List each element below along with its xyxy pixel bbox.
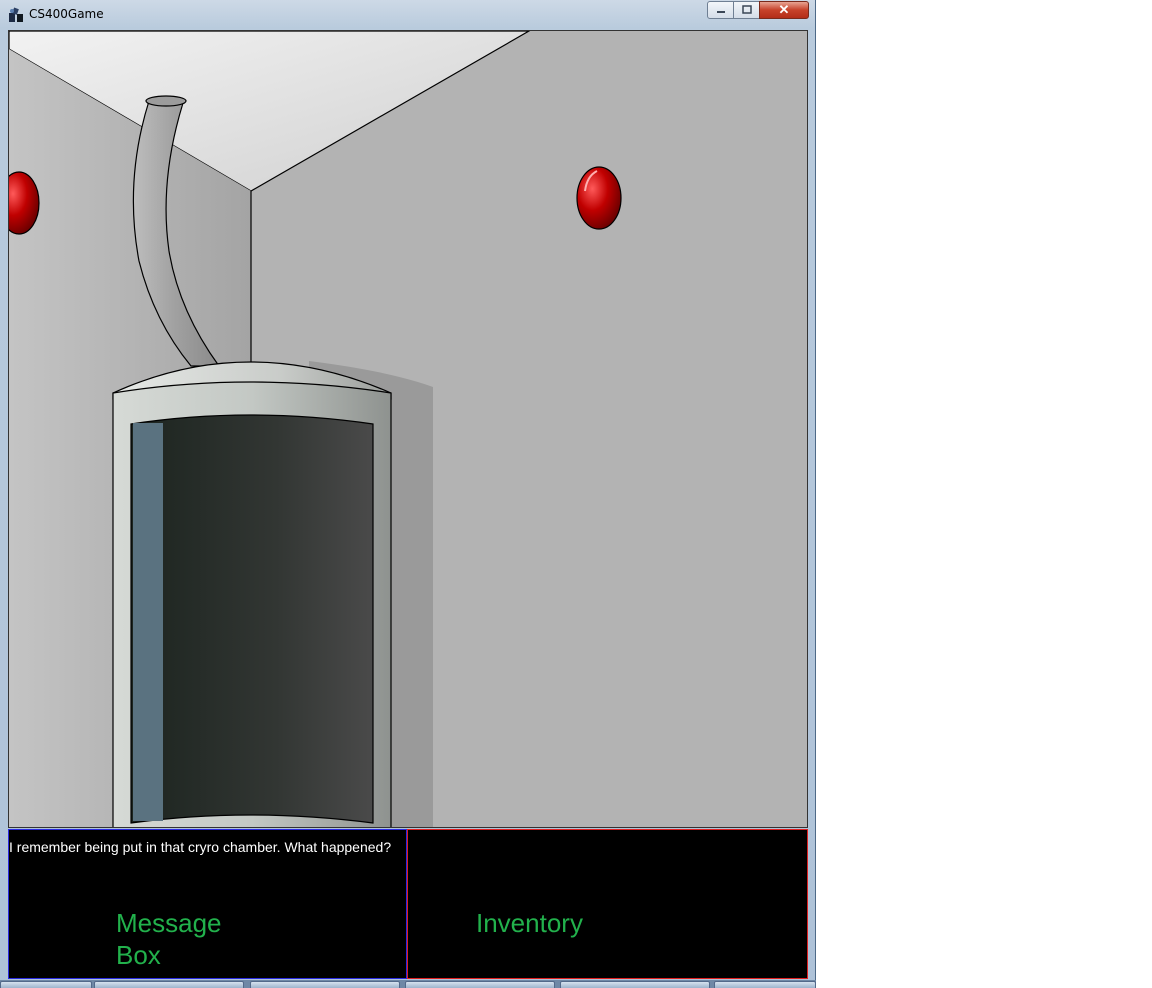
message-text: I remember being put in that cryro chamb… xyxy=(9,839,392,855)
maximize-icon xyxy=(741,5,752,14)
title-bar[interactable]: CS400Game ✕ xyxy=(0,0,816,28)
taskbar-item[interactable] xyxy=(714,981,816,988)
minimize-button[interactable] xyxy=(707,1,734,19)
minimize-icon xyxy=(716,11,725,13)
taskbar-item[interactable] xyxy=(405,981,555,988)
taskbar xyxy=(0,980,816,988)
room-illustration xyxy=(9,31,807,827)
window-title: CS400Game xyxy=(29,7,104,21)
taskbar-item[interactable] xyxy=(250,981,400,988)
game-scene[interactable] xyxy=(8,30,808,828)
close-icon: ✕ xyxy=(778,2,790,17)
taskbar-item[interactable] xyxy=(560,981,710,988)
close-button[interactable]: ✕ xyxy=(759,1,809,19)
inventory-panel[interactable]: Inventory xyxy=(407,829,808,979)
taskbar-item[interactable] xyxy=(0,981,92,988)
inventory-label: Inventory xyxy=(476,908,583,938)
taskbar-item[interactable] xyxy=(94,981,244,988)
maximize-button[interactable] xyxy=(733,1,760,19)
game-window: CS400Game ✕ I remember being put in that… xyxy=(0,0,816,988)
message-box: I remember being put in that cryro chamb… xyxy=(8,829,407,979)
app-icon xyxy=(9,7,23,22)
message-box-label: Message Box xyxy=(116,908,222,970)
